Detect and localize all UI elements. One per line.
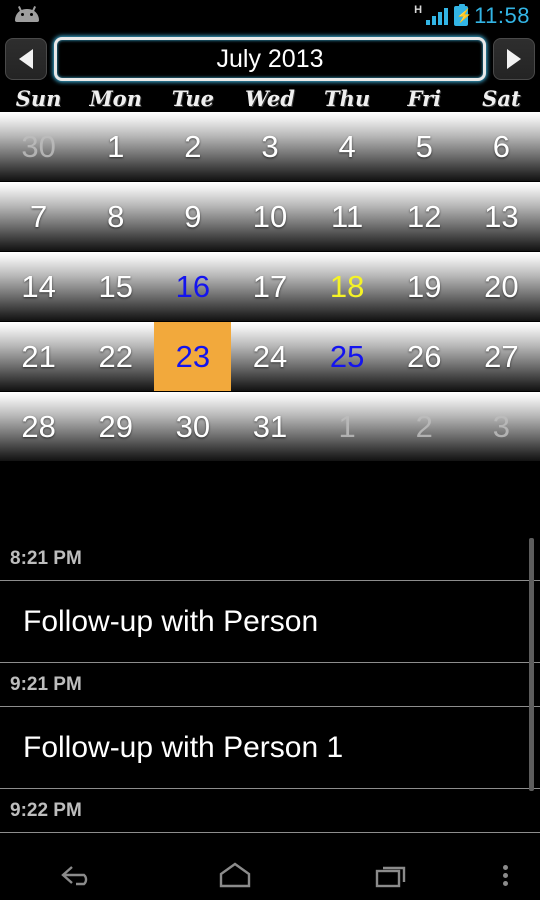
- chevron-right-icon: [507, 49, 521, 69]
- calendar-day-cell[interactable]: 24: [231, 322, 308, 391]
- system-nav-bar: [0, 850, 540, 900]
- calendar-week-row: 30 1 2 3 4 5 6: [0, 112, 540, 181]
- weekday-sat: Sat: [482, 86, 521, 111]
- weekday-thu: Thu: [324, 86, 371, 111]
- chevron-left-icon: [19, 49, 33, 69]
- status-clock: 11:58: [474, 3, 530, 28]
- weekday-mon: Mon: [89, 86, 142, 111]
- back-icon: [61, 866, 88, 886]
- calendar-day-cell[interactable]: 17: [231, 252, 308, 321]
- calendar-day-cell[interactable]: 16: [154, 252, 231, 321]
- calendar-week-row: 21 22 23 24 25 26 27: [0, 322, 540, 391]
- calendar-week-row: 14 15 16 17 18 19 20: [0, 252, 540, 321]
- status-bar: H ⚡ 11:58: [0, 0, 540, 32]
- event-time-header: 9:22 PM: [0, 789, 540, 833]
- weekday-wed: Wed: [245, 86, 295, 111]
- calendar-day-cell[interactable]: 25: [309, 322, 386, 391]
- event-list-scrollbar[interactable]: [529, 538, 534, 791]
- calendar-day-cell[interactable]: 6: [463, 112, 540, 181]
- calendar-day-cell[interactable]: 28: [0, 392, 77, 461]
- calendar-grid: 30 1 2 3 4 5 6 7 8 9 10 11 12 13 14 15 16 17 18 19 20 21 22 23 2…: [0, 112, 540, 465]
- previous-month-button[interactable]: [5, 38, 47, 80]
- recents-button[interactable]: [313, 860, 470, 890]
- back-button[interactable]: [0, 861, 157, 889]
- battery-charging-icon: ⚡: [454, 4, 472, 26]
- event-time-header: 9:21 PM: [0, 663, 540, 707]
- event-item[interactable]: Follow-up with Person: [0, 581, 540, 663]
- calendar-day-selected[interactable]: 23: [154, 322, 232, 391]
- calendar-day-cell[interactable]: 22: [77, 322, 154, 391]
- calendar-day-cell[interactable]: 14: [0, 252, 77, 321]
- calendar-day-cell[interactable]: 30: [154, 392, 231, 461]
- month-label: July 2013: [216, 44, 324, 73]
- calendar-day-cell[interactable]: 18: [309, 252, 386, 321]
- calendar-day-cell[interactable]: 7: [0, 182, 77, 251]
- calendar-week-row: 28 29 30 31 1 2 3: [0, 392, 540, 461]
- phone-screen: H ⚡ 11:58 July 2013 Sun Mon Tue Wed Thu …: [0, 0, 540, 900]
- event-item[interactable]: Follow-up with Person 1: [0, 707, 540, 789]
- calendar-day-cell[interactable]: 1: [77, 112, 154, 181]
- calendar-day-cell[interactable]: 3: [463, 392, 540, 461]
- recents-icon: [375, 866, 405, 888]
- network-type-label: H: [414, 4, 423, 16]
- month-display[interactable]: July 2013: [54, 37, 486, 81]
- home-button[interactable]: [157, 860, 314, 890]
- calendar-day-cell[interactable]: 13: [463, 182, 540, 251]
- calendar-day-cell[interactable]: 12: [386, 182, 463, 251]
- calendar-day-cell[interactable]: 30: [0, 112, 77, 181]
- calendar-day-cell[interactable]: 5: [386, 112, 463, 181]
- calendar-day-cell[interactable]: 21: [0, 322, 77, 391]
- calendar-day-cell[interactable]: 11: [309, 182, 386, 251]
- status-icons: H ⚡ 11:58: [412, 3, 540, 29]
- android-robot-icon: [12, 6, 42, 26]
- calendar-day-cell[interactable]: 2: [386, 392, 463, 461]
- calendar-day-cell[interactable]: 8: [77, 182, 154, 251]
- calendar-day-cell[interactable]: 19: [386, 252, 463, 321]
- calendar-day-cell[interactable]: 3: [231, 112, 308, 181]
- calendar-day-cell[interactable]: 4: [309, 112, 386, 181]
- calendar-day-cell[interactable]: 9: [154, 182, 231, 251]
- home-icon: [219, 862, 251, 888]
- calendar-day-cell[interactable]: 10: [231, 182, 308, 251]
- weekday-fri: Fri: [407, 86, 442, 111]
- calendar-week-row: 7 8 9 10 11 12 13: [0, 182, 540, 251]
- calendar-day-cell[interactable]: 31: [231, 392, 308, 461]
- event-list-spacer: [0, 465, 540, 537]
- signal-bars-icon: [426, 7, 449, 25]
- weekday-sun: Sun: [15, 86, 62, 111]
- weekday-tue: Tue: [171, 86, 215, 111]
- event-time-header: 8:21 PM: [0, 537, 540, 581]
- calendar-day-cell[interactable]: 27: [463, 322, 540, 391]
- overflow-menu-icon: [502, 862, 508, 889]
- event-list[interactable]: 8:21 PM Follow-up with Person 9:21 PM Follo…: [0, 465, 540, 850]
- calendar-day-cell[interactable]: 20: [463, 252, 540, 321]
- calendar-day-cell[interactable]: 15: [77, 252, 154, 321]
- month-title-bar: July 2013: [0, 32, 540, 86]
- calendar-day-cell[interactable]: 1: [309, 392, 386, 461]
- calendar-day-cell[interactable]: 29: [77, 392, 154, 461]
- calendar-day-cell[interactable]: 2: [154, 112, 231, 181]
- weekday-header: Sun Mon Tue Wed Thu Fri Sat: [0, 86, 540, 112]
- next-month-button[interactable]: [493, 38, 535, 80]
- calendar-day-cell[interactable]: 26: [386, 322, 463, 391]
- overflow-menu-button[interactable]: [470, 862, 540, 889]
